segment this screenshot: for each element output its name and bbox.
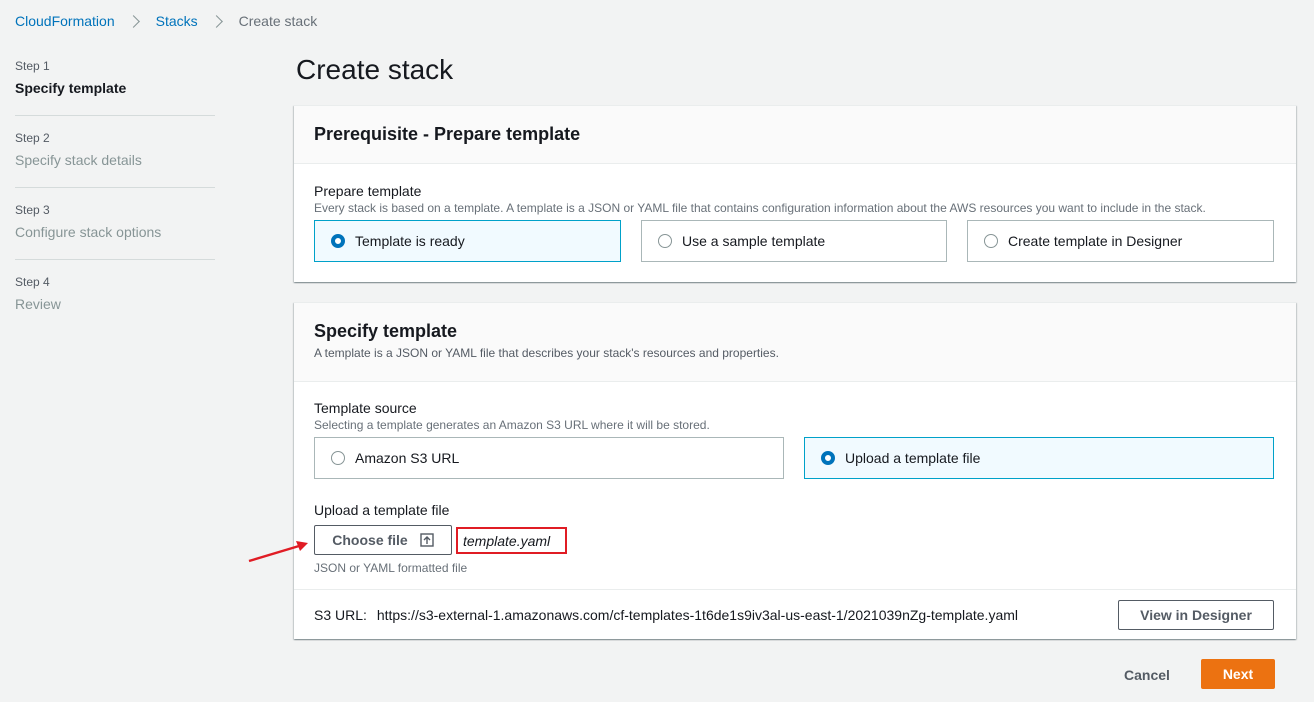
- wizard-steps: Step 1 Specify template Step 2 Specify s…: [15, 58, 215, 346]
- breadcrumb-separator-icon: [209, 14, 223, 28]
- selected-file-name: template.yaml: [463, 532, 551, 549]
- breadcrumb: CloudFormation Stacks Create stack: [15, 11, 317, 31]
- prepare-template-description: Every stack is based on a template. A te…: [314, 201, 1206, 215]
- upload-template-label: Upload a template file: [314, 502, 450, 518]
- step-number: Step 1: [15, 59, 50, 73]
- option-sample-template[interactable]: Use a sample template: [641, 220, 947, 262]
- file-format-hint: JSON or YAML formatted file: [314, 561, 468, 575]
- s3-url-label: S3 URL:: [314, 607, 367, 623]
- prepare-template-label: Prepare template: [314, 183, 422, 199]
- radio-selected-icon: [331, 234, 345, 248]
- prerequisite-panel: Prerequisite - Prepare template Prepare …: [294, 105, 1296, 282]
- choose-file-label: Choose file: [332, 532, 408, 548]
- step-number: Step 2: [15, 131, 50, 145]
- breadcrumb-cloudformation-link[interactable]: CloudFormation: [15, 13, 115, 29]
- breadcrumb-current: Create stack: [238, 13, 318, 29]
- option-create-in-designer[interactable]: Create template in Designer: [967, 220, 1274, 262]
- s3-url-text: S3 URL: https://s3-external-1.amazonaws.…: [314, 607, 1018, 623]
- page-title: Create stack: [296, 54, 454, 85]
- template-source-label-group: Template source Selecting a template gen…: [314, 399, 710, 433]
- radio-unselected-icon: [658, 234, 672, 248]
- s3-url-row: S3 URL: https://s3-external-1.amazonaws.…: [294, 589, 1296, 640]
- specify-template-panel-header: Specify template A template is a JSON or…: [294, 303, 1296, 382]
- option-label: Upload a template file: [845, 450, 981, 466]
- step-title: Review: [15, 296, 61, 312]
- specify-template-panel: Specify template A template is a JSON or…: [294, 302, 1296, 639]
- option-label: Create template in Designer: [1008, 233, 1183, 249]
- option-upload-template-file[interactable]: Upload a template file: [804, 437, 1274, 479]
- radio-selected-icon: [821, 451, 835, 465]
- radio-unselected-icon: [331, 451, 345, 465]
- step-title: Specify template: [15, 80, 127, 96]
- view-in-designer-label: View in Designer: [1140, 607, 1252, 623]
- option-label: Amazon S3 URL: [355, 450, 460, 466]
- step-1: Step 1 Specify template: [15, 58, 215, 116]
- specify-template-title: Specify template: [314, 321, 458, 341]
- template-source-description: Selecting a template generates an Amazon…: [314, 418, 710, 432]
- prerequisite-panel-header: Prerequisite - Prepare template: [294, 106, 1296, 164]
- prerequisite-title: Prerequisite - Prepare template: [314, 124, 581, 144]
- step-number: Step 4: [15, 275, 50, 289]
- view-in-designer-button[interactable]: View in Designer: [1118, 600, 1274, 630]
- step-number: Step 3: [15, 203, 50, 217]
- prepare-template-label-group: Prepare template Every stack is based on…: [314, 182, 1206, 216]
- step-4: Step 4 Review: [15, 274, 215, 332]
- option-label: Template is ready: [355, 233, 465, 249]
- specify-template-description: A template is a JSON or YAML file that d…: [314, 346, 779, 360]
- selected-file-name-highlight: template.yaml: [456, 527, 567, 554]
- step-title: Specify stack details: [15, 152, 142, 168]
- step-3: Step 3 Configure stack options: [15, 202, 215, 260]
- next-button[interactable]: Next: [1201, 659, 1275, 689]
- breadcrumb-stacks-link[interactable]: Stacks: [156, 13, 198, 29]
- upload-icon: [420, 533, 434, 547]
- breadcrumb-separator-icon: [126, 14, 140, 28]
- option-label: Use a sample template: [682, 233, 826, 249]
- annotation-arrow-icon: [248, 541, 308, 563]
- option-template-ready[interactable]: Template is ready: [314, 220, 621, 262]
- template-source-label: Template source: [314, 400, 417, 416]
- radio-unselected-icon: [984, 234, 998, 248]
- step-2: Step 2 Specify stack details: [15, 130, 215, 188]
- s3-url-value: https://s3-external-1.amazonaws.com/cf-t…: [376, 607, 1019, 623]
- choose-file-button[interactable]: Choose file: [314, 525, 452, 555]
- option-amazon-s3-url[interactable]: Amazon S3 URL: [314, 437, 784, 479]
- cancel-button[interactable]: Cancel: [1112, 662, 1182, 688]
- step-title: Configure stack options: [15, 224, 162, 240]
